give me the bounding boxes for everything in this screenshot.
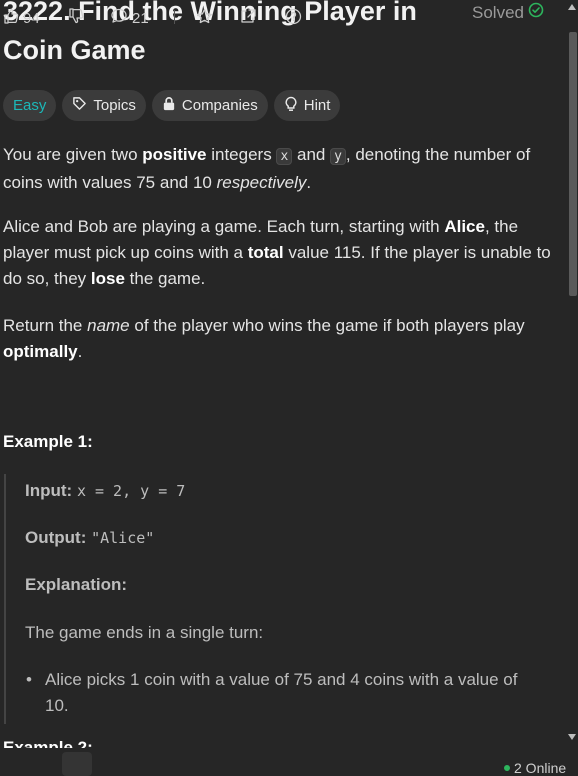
description-paragraph-3: Return the name of the player who wins t… bbox=[3, 316, 525, 361]
output-label: Output: bbox=[25, 528, 87, 547]
favorite-button[interactable] bbox=[196, 8, 213, 28]
example-output: Output: "Alice" bbox=[25, 525, 154, 551]
keyword-optimally: optimally bbox=[3, 342, 78, 361]
online-status: 2 Online bbox=[504, 760, 566, 776]
keyword-positive: positive bbox=[142, 145, 207, 164]
comments-button[interactable]: 21 bbox=[110, 8, 149, 28]
companies-button[interactable]: Companies bbox=[151, 90, 268, 121]
share-button[interactable] bbox=[240, 8, 257, 28]
topics-button[interactable]: Topics bbox=[62, 90, 146, 121]
problem-description-panel: 3222. Find the Winning Player in Coin Ga… bbox=[0, 0, 566, 752]
code-y: y bbox=[330, 148, 346, 165]
comment-count: 21 bbox=[132, 9, 149, 27]
tag-row: Easy Topics Companies Hint bbox=[3, 90, 341, 121]
example-input: Input: x = 2, y = 7 bbox=[25, 478, 185, 504]
thumbs-down-icon bbox=[68, 8, 84, 28]
tag-icon bbox=[72, 96, 87, 115]
input-label: Input: bbox=[25, 481, 73, 500]
keyword-total: total bbox=[247, 243, 284, 262]
help-button[interactable] bbox=[285, 8, 302, 29]
like-button[interactable]: 94 bbox=[3, 8, 40, 28]
explanation-bullet: Alice picks 1 coin with a value of 75 an… bbox=[25, 667, 525, 719]
solved-label: Solved bbox=[472, 2, 524, 22]
scroll-down-arrow-icon[interactable] bbox=[568, 734, 576, 740]
online-dot-icon bbox=[504, 765, 510, 771]
keyword-lose: lose bbox=[90, 269, 125, 288]
example-explanation-label: Explanation: bbox=[25, 575, 128, 594]
topics-label: Topics bbox=[93, 97, 136, 114]
code-x: x bbox=[276, 148, 293, 165]
question-circle-icon bbox=[285, 8, 302, 29]
scrollbar-thumb[interactable] bbox=[569, 32, 577, 296]
example-2-heading: Example 2: bbox=[3, 738, 93, 748]
comment-bubble-icon bbox=[110, 8, 128, 28]
keyword-alice: Alice bbox=[444, 217, 485, 236]
dislike-button-bg bbox=[62, 752, 92, 776]
companies-label: Companies bbox=[181, 97, 258, 114]
hint-button[interactable]: Hint bbox=[273, 90, 341, 121]
scroll-up-arrow-icon[interactable] bbox=[568, 4, 576, 10]
star-icon bbox=[196, 8, 213, 28]
hint-label: Hint bbox=[303, 97, 331, 114]
example-explanation-text: The game ends in a single turn: bbox=[25, 623, 264, 642]
description-paragraph-1: You are given two positive integers x an… bbox=[3, 145, 531, 192]
online-count: 2 Online bbox=[514, 760, 567, 776]
bottom-bar-divider bbox=[174, 10, 175, 24]
solved-status: Solved bbox=[472, 2, 544, 23]
dislike-button[interactable] bbox=[68, 8, 84, 28]
example-divider bbox=[4, 474, 6, 724]
share-external-icon bbox=[240, 8, 257, 28]
check-circle-icon bbox=[528, 2, 544, 23]
thumbs-up-icon bbox=[3, 8, 19, 28]
example-1-heading: Example 1: bbox=[3, 432, 93, 451]
like-count: 94 bbox=[23, 9, 40, 27]
difficulty-label: Easy bbox=[13, 97, 47, 114]
output-value: "Alice" bbox=[91, 529, 155, 547]
lock-icon bbox=[162, 96, 176, 115]
input-value: x = 2, y = 7 bbox=[76, 482, 186, 500]
difficulty-badge: Easy bbox=[3, 90, 57, 121]
description-paragraph-2: Alice and Bob are playing a game. Each t… bbox=[3, 217, 551, 288]
lightbulb-icon bbox=[284, 96, 298, 116]
